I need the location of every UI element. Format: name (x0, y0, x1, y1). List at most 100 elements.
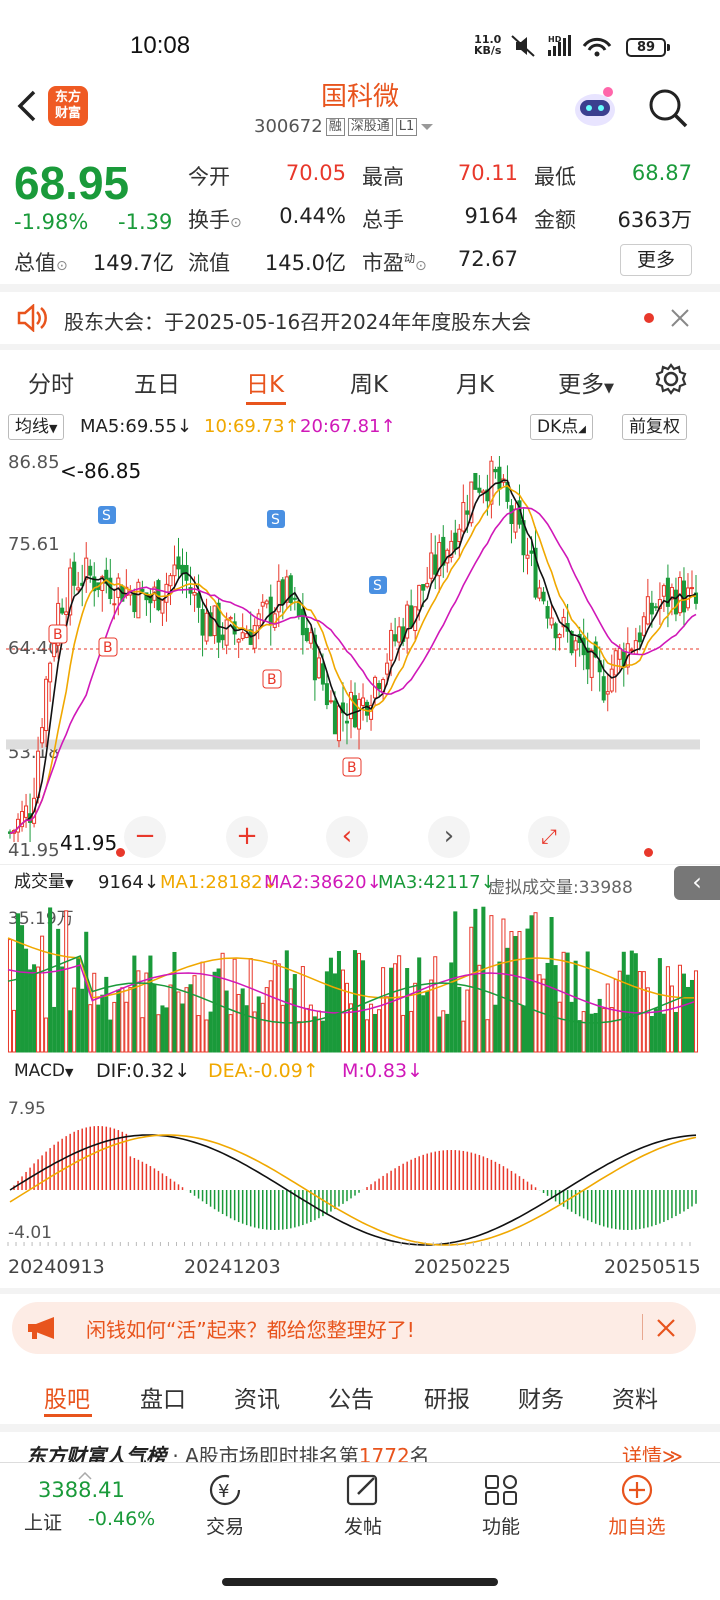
tab-announcements[interactable]: 公告 (328, 1380, 374, 1414)
home-indicator[interactable] (222, 1578, 498, 1586)
notice-bar[interactable]: 股东大会：于2025-05-16召开2024年年度股东大会 (0, 296, 720, 342)
volume-bar (477, 964, 482, 1053)
tab-news[interactable]: 资讯 (234, 1380, 280, 1414)
more-quote-button[interactable]: 更多 (620, 244, 692, 276)
tab-five-day[interactable]: 五日 (134, 365, 180, 399)
add-circle-icon (621, 1474, 653, 1506)
tab-forum[interactable]: 股吧 (44, 1380, 90, 1414)
volume-label: 总手 (362, 208, 404, 232)
tab-monthly-k[interactable]: 月K (456, 365, 494, 399)
index-ticker[interactable]: 3388.41 上证 -0.46% (20, 1472, 170, 1542)
volume-current: 9164↓ (98, 872, 159, 893)
close-icon[interactable] (656, 1318, 676, 1338)
high-value: 70.11 (457, 161, 518, 185)
tab-financials[interactable]: 财务 (518, 1380, 564, 1414)
y-label-5: 41.95 (8, 840, 60, 861)
amount-value: 6363万 (617, 208, 692, 232)
caret-down-icon: ▼ (604, 381, 614, 396)
volume-bar (561, 951, 566, 1053)
volume-bar (188, 984, 193, 1053)
scroll-right-button[interactable]: › (428, 816, 470, 858)
volume-bar (348, 1003, 354, 1053)
volume-bar (16, 913, 21, 1053)
tab-intraday[interactable]: 分时 (28, 365, 74, 399)
mcap-label[interactable]: 总值⊙ (14, 247, 68, 277)
candle-body (377, 683, 382, 690)
candle-body (196, 592, 201, 608)
dk-point-button[interactable]: DK点◢ (530, 414, 593, 440)
svg-text:¥: ¥ (218, 1481, 229, 1502)
volume-bar (445, 1013, 450, 1053)
scroll-left-button[interactable]: ‹ (326, 816, 368, 858)
candle-body (24, 805, 29, 818)
zoom-in-button[interactable]: + (226, 816, 268, 858)
volume-bar (417, 957, 422, 1053)
adjust-mode-button[interactable]: 前复权 (622, 414, 687, 440)
divider (0, 1288, 720, 1294)
volume-bar (344, 982, 350, 1053)
candle-body (641, 616, 646, 636)
volume-bar (621, 951, 626, 1053)
volume-bar (565, 952, 570, 1053)
volume-bar (292, 974, 297, 1053)
volume-selector[interactable]: 成交量▼ (8, 870, 80, 896)
tab-weekly-k[interactable]: 周K (350, 365, 388, 399)
virtual-volume: 虚拟成交量:33988 (488, 878, 633, 898)
nav-post[interactable]: 发帖 (318, 1468, 408, 1538)
collapse-panel-button[interactable]: ‹ (674, 866, 720, 900)
volume-bar (501, 918, 506, 1053)
candle-body (356, 698, 362, 730)
buy-signal-label: B (267, 672, 277, 688)
volume-bar (300, 966, 305, 1053)
float-value: 145.0亿 (264, 251, 346, 275)
assistant-avatar[interactable] (570, 82, 620, 132)
candle-body (453, 532, 458, 550)
float-label: 流值 (188, 251, 230, 275)
volume-bar (192, 975, 197, 1053)
pe-label[interactable]: 市盈动⊙ (362, 247, 427, 277)
volume-bar (365, 1019, 370, 1053)
volume-bar (653, 1008, 658, 1053)
stock-code-line[interactable]: 300672 融 深股通 L1 (254, 116, 434, 137)
macd-m: M:0.83↓ (342, 1060, 424, 1082)
volume-bar (629, 950, 634, 1053)
tab-orderbook[interactable]: 盘口 (140, 1380, 186, 1414)
candle-body (260, 601, 265, 607)
promo-banner[interactable]: 闲钱如何“活”起来？都给您整理好了! (12, 1302, 696, 1354)
close-icon[interactable] (670, 308, 690, 328)
indicator-selector[interactable]: 均线▼ (8, 414, 65, 440)
volume-bar (128, 987, 133, 1053)
zoom-out-button[interactable]: − (124, 816, 166, 858)
fullscreen-button[interactable]: ⤢ (528, 816, 570, 858)
volume-bar (597, 998, 602, 1053)
search-button[interactable] (646, 86, 690, 130)
volume-bar (609, 1007, 614, 1053)
nav-functions[interactable]: 功能 (456, 1468, 546, 1538)
candle-body (653, 606, 658, 609)
macd-chart[interactable]: 7.95 -4.01 (0, 1088, 720, 1248)
volume-bar (677, 964, 682, 1053)
kline-chart[interactable]: 86.85 75.61 64.40 53.18 41.95 <-86.85 41… (0, 442, 720, 862)
volume-bar (581, 1011, 586, 1053)
tab-research[interactable]: 研报 (424, 1380, 470, 1414)
candle-body (264, 600, 269, 605)
tab-profile[interactable]: 资料 (612, 1380, 658, 1414)
macd-selector[interactable]: MACD▼ (8, 1059, 80, 1085)
candle-body (513, 508, 518, 533)
nav-trade[interactable]: ¥ 交易 (180, 1468, 270, 1538)
candle-body (176, 556, 181, 570)
candle-body (224, 619, 229, 646)
nav-add-watchlist[interactable]: 加自选 (592, 1468, 682, 1538)
candle-body (545, 606, 550, 619)
promo-text: 闲钱如何“活”起来？都给您整理好了! (86, 1318, 415, 1342)
volume-bar (140, 1017, 145, 1053)
settings-gear-icon[interactable] (654, 362, 688, 396)
tab-more[interactable]: 更多▼ (558, 365, 614, 399)
volume-bar (304, 1007, 309, 1053)
index-value: 3388.41 (38, 1478, 125, 1502)
volume-value: 9164 (464, 204, 518, 228)
turnover-label[interactable]: 换手⊙ (188, 204, 242, 234)
volume-chart[interactable]: 35.19万 (0, 898, 720, 1058)
index-name: 上证 (24, 1512, 63, 1534)
tab-daily-k[interactable]: 日K (246, 365, 284, 399)
